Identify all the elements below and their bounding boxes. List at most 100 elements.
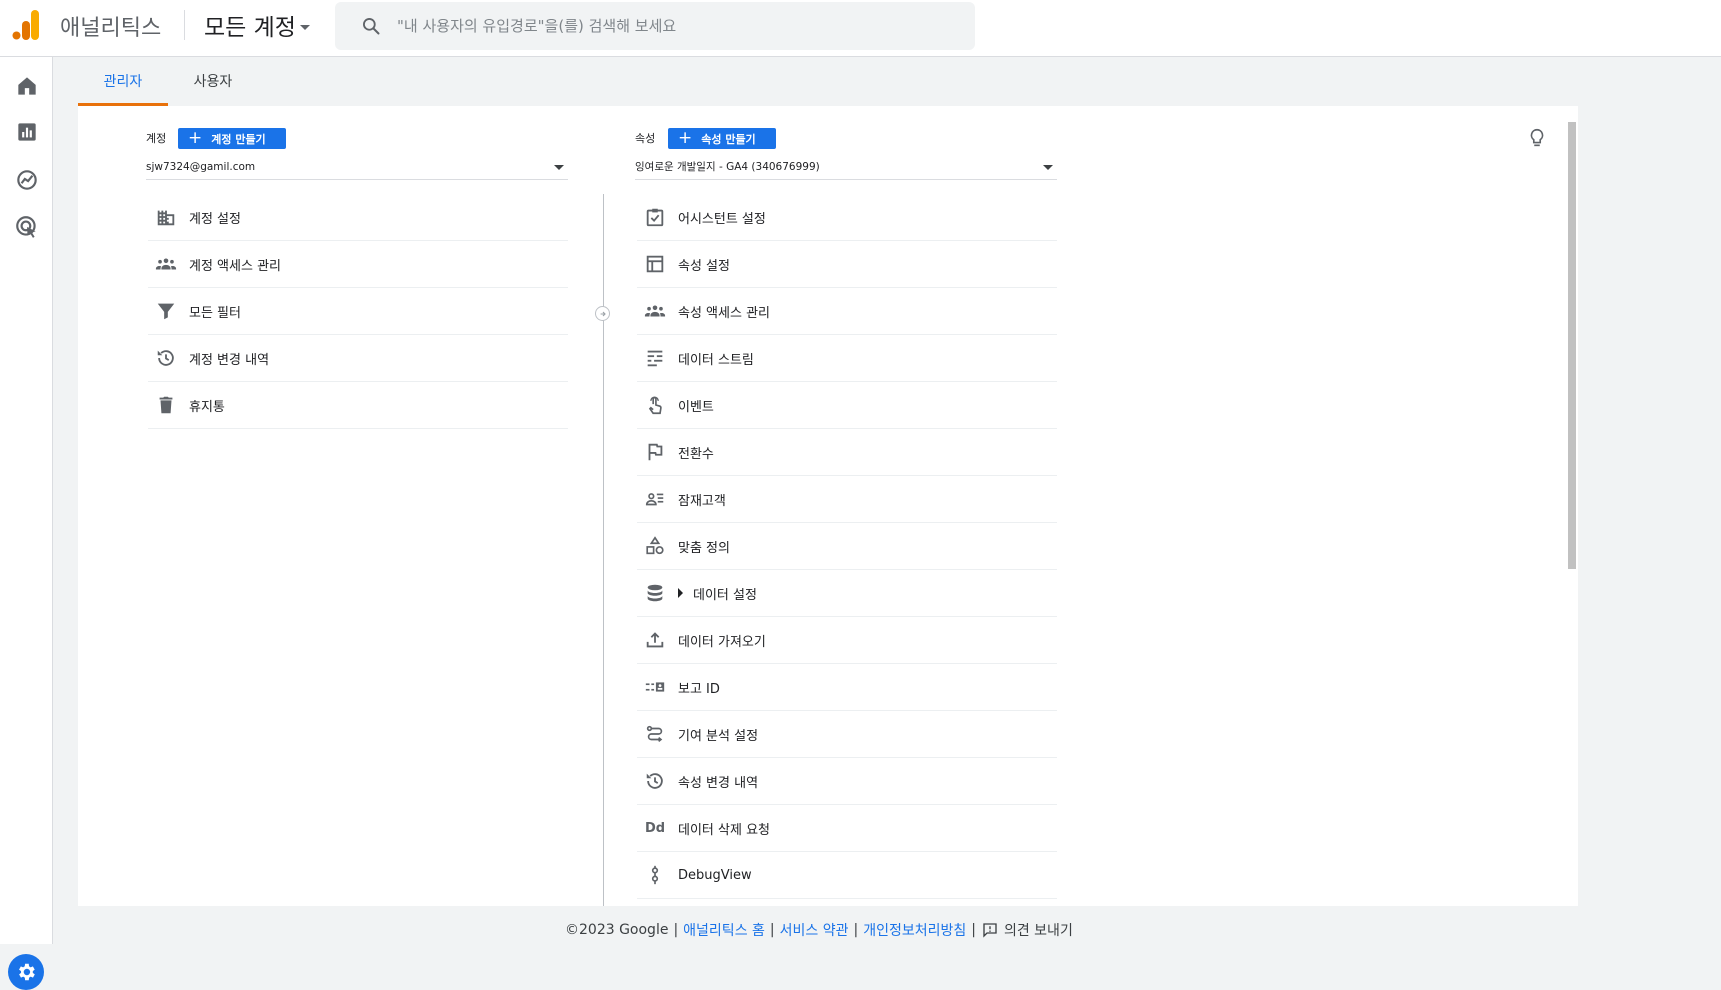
explore-icon[interactable] xyxy=(14,167,40,193)
footer-separator: | xyxy=(971,922,976,938)
shapes-icon xyxy=(643,534,667,558)
menu-property-settings[interactable]: 속성 설정 xyxy=(637,241,1057,288)
footer-separator: | xyxy=(673,922,679,938)
account-column-label: 계정 xyxy=(146,132,167,145)
menu-property-history[interactable]: 속성 변경 내역 xyxy=(637,758,1057,805)
footer-link-home[interactable]: 애널리틱스 홈 xyxy=(683,920,765,940)
menu-conversions[interactable]: 전환수 xyxy=(637,429,1057,476)
account-switcher-label: 모든 계정 xyxy=(204,15,296,41)
menu-attribution-settings[interactable]: 기여 분석 설정 xyxy=(637,711,1057,758)
debug-icon xyxy=(643,863,667,887)
trash-icon xyxy=(154,393,178,417)
account-selector[interactable]: sjw7324@gamil.com xyxy=(146,154,568,180)
create-account-button[interactable]: + 계정 만들기 xyxy=(178,128,286,149)
home-icon[interactable] xyxy=(14,73,40,99)
menu-account-access-label: 계정 액세스 관리 xyxy=(189,258,281,274)
admin-settings-button[interactable] xyxy=(8,954,44,990)
upload-icon xyxy=(643,628,667,652)
menu-trash-label: 휴지통 xyxy=(189,399,225,415)
menu-custom-definitions[interactable]: 맞춤 정의 xyxy=(637,523,1057,570)
footer-separator: | xyxy=(769,922,775,938)
menu-events-label: 이벤트 xyxy=(678,399,714,415)
menu-reporting-id[interactable]: 보고 ID xyxy=(637,664,1057,711)
caret-down-icon xyxy=(299,24,310,30)
footer-feedback[interactable]: 의견 보내기 xyxy=(1004,920,1073,940)
create-property-button[interactable]: + 속성 만들기 xyxy=(668,128,776,149)
plus-icon: + xyxy=(678,128,693,148)
people-icon xyxy=(643,299,667,323)
menu-account-history[interactable]: 계정 변경 내역 xyxy=(148,335,568,382)
account-selector-value: sjw7324@gamil.com xyxy=(146,160,256,173)
menu-data-import-label: 데이터 가져오기 xyxy=(678,634,766,650)
menu-data-settings[interactable]: 데이터 설정 xyxy=(637,570,1057,617)
touch-icon xyxy=(643,393,667,417)
header-divider xyxy=(184,10,185,40)
filter-icon xyxy=(154,299,178,323)
history-icon xyxy=(154,346,178,370)
menu-property-access-label: 속성 액세스 관리 xyxy=(678,305,770,321)
menu-all-filters[interactable]: 모든 필터 xyxy=(148,288,568,335)
create-property-label: 속성 만들기 xyxy=(701,132,756,146)
menu-data-settings-label: 데이터 설정 xyxy=(693,587,757,603)
analytics-logo-icon[interactable] xyxy=(12,10,40,40)
footer-separator: | xyxy=(853,922,859,938)
menu-attribution-settings-label: 기여 분석 설정 xyxy=(678,728,759,744)
vertical-scrollbar[interactable] xyxy=(1568,122,1576,569)
menu-assistant-settings[interactable]: 어시스턴트 설정 xyxy=(637,194,1057,241)
menu-debugview-label: DebugView xyxy=(678,867,752,883)
menu-account-access[interactable]: 계정 액세스 관리 xyxy=(148,241,568,288)
menu-audiences[interactable]: 잠재고객 xyxy=(637,476,1057,523)
layout-icon xyxy=(643,252,667,276)
database-icon xyxy=(643,581,667,605)
history-icon xyxy=(643,769,667,793)
search-icon xyxy=(363,18,380,35)
account-switcher[interactable]: 모든 계정 xyxy=(204,8,310,42)
feedback-icon xyxy=(983,923,997,938)
arrow-right-icon xyxy=(595,306,610,321)
menu-account-settings-label: 계정 설정 xyxy=(189,211,241,227)
footer-link-privacy[interactable]: 개인정보처리방침 xyxy=(863,920,966,940)
stream-icon xyxy=(643,346,667,370)
menu-conversions-label: 전환수 xyxy=(678,446,714,462)
tab-user-label: 사용자 xyxy=(193,74,233,90)
menu-property-history-label: 속성 변경 내역 xyxy=(678,775,759,791)
menu-account-settings[interactable]: 계정 설정 xyxy=(148,194,568,241)
expand-arrow-icon[interactable] xyxy=(678,588,683,598)
footer-link-terms[interactable]: 서비스 약관 xyxy=(780,920,849,940)
lightbulb-icon[interactable] xyxy=(1526,126,1548,150)
menu-data-streams-label: 데이터 스트림 xyxy=(678,352,754,368)
property-selector-value: 잉여로운 개발일지 - GA4 (340676999) xyxy=(635,161,820,173)
menu-account-history-label: 계정 변경 내역 xyxy=(189,352,270,368)
gear-icon xyxy=(19,963,35,981)
search-input[interactable] xyxy=(395,16,959,36)
app-name: 애널리틱스 xyxy=(60,16,162,41)
create-account-label: 계정 만들기 xyxy=(211,132,266,146)
property-selector[interactable]: 잉여로운 개발일지 - GA4 (340676999) xyxy=(635,154,1057,180)
admin-panel: 계정 + 계정 만들기 sjw7324@gamil.com 계정 설정 계정 액… xyxy=(78,106,1578,906)
menu-events[interactable]: 이벤트 xyxy=(637,382,1057,429)
reports-icon[interactable] xyxy=(14,119,40,145)
menu-data-deletion[interactable]: Dd 데이터 삭제 요청 xyxy=(637,805,1057,852)
advertising-icon[interactable] xyxy=(14,214,40,240)
menu-all-filters-label: 모든 필터 xyxy=(189,305,241,321)
property-column-label: 속성 xyxy=(635,132,656,145)
flag-icon xyxy=(643,440,667,464)
menu-property-access[interactable]: 속성 액세스 관리 xyxy=(637,288,1057,335)
menu-debugview[interactable]: DebugView xyxy=(637,852,1057,899)
left-nav xyxy=(0,57,53,990)
tab-admin[interactable]: 관리자 xyxy=(78,58,168,106)
report-id-icon xyxy=(643,675,667,699)
tab-user[interactable]: 사용자 xyxy=(168,58,258,106)
dd-icon: Dd xyxy=(644,820,666,836)
checklist-icon xyxy=(643,205,667,229)
menu-data-deletion-label: 데이터 삭제 요청 xyxy=(678,822,770,838)
menu-trash[interactable]: 휴지통 xyxy=(148,382,568,429)
menu-audiences-label: 잠재고객 xyxy=(678,493,726,509)
building-icon xyxy=(154,205,178,229)
attribution-icon xyxy=(643,722,667,746)
search-bar[interactable] xyxy=(335,2,975,50)
menu-data-streams[interactable]: 데이터 스트림 xyxy=(637,335,1057,382)
plus-icon: + xyxy=(188,128,203,148)
people-icon xyxy=(154,252,178,276)
menu-data-import[interactable]: 데이터 가져오기 xyxy=(637,617,1057,664)
